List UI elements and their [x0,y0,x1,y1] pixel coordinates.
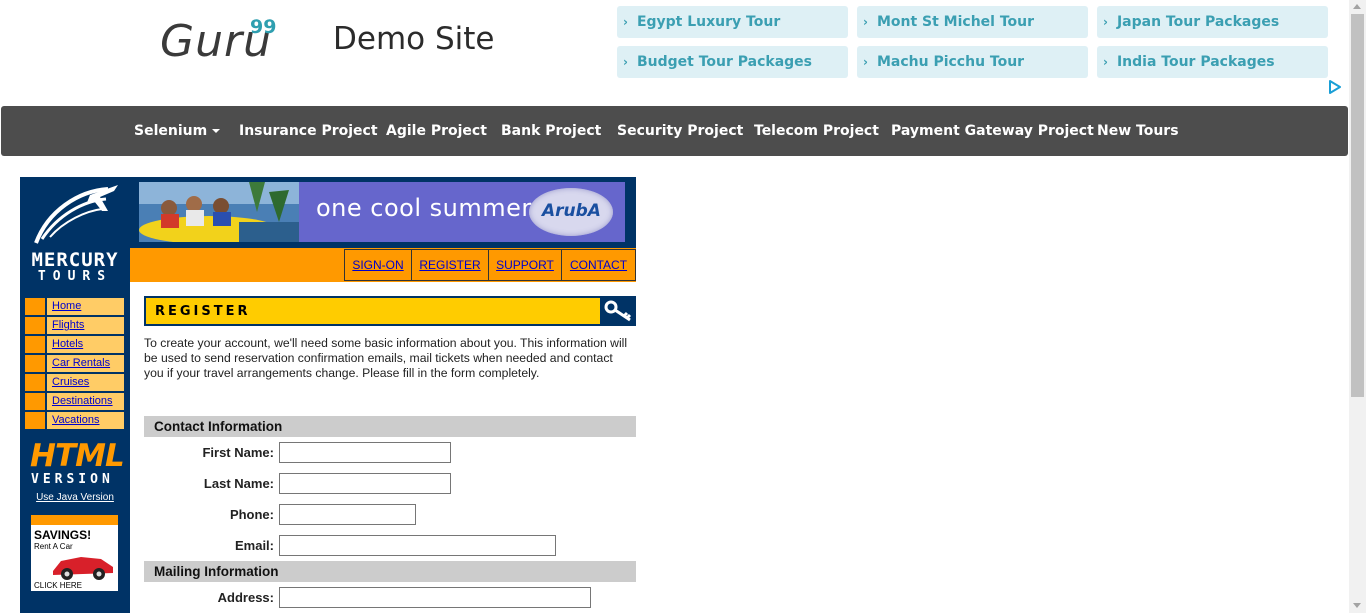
email-input[interactable] [279,535,556,556]
sidebar-link[interactable]: Flights [47,317,84,334]
phone-label: Phone: [229,507,274,522]
sign-on-link[interactable]: SIGN-ON [344,249,412,281]
mercury-plane-logo [28,181,122,247]
mercury-tours-logo[interactable]: MERCURY TOURS [26,250,124,284]
tour-label: Mont St Michel Tour [876,14,1035,30]
version-label: VERSION [31,472,114,487]
menu-bullet [25,393,47,410]
savings-subtitle: Rent A Car [34,542,73,551]
nav-security-project[interactable]: Security Project [617,106,743,156]
click-here-label: CLICK HERE [34,581,83,590]
adchoices-icon[interactable] [1328,80,1342,94]
last-name-input[interactable] [279,473,451,494]
sidebar-menu: Home Flights Hotels Car Rentals Cruises … [24,297,125,430]
contact-information-header: Contact Information [144,416,636,437]
mailing-information-header: Mailing Information [144,561,636,582]
tour-label: India Tour Packages [1116,54,1275,70]
address-input[interactable] [279,587,591,608]
tour-link-egypt[interactable]: › Egypt Luxury Tour [617,6,848,38]
guru99-logo[interactable]: Guru 99 [160,16,290,76]
chevron-right-icon: › [1103,15,1108,29]
menu-bullet [25,412,47,429]
sidebar-link[interactable]: Destinations [47,393,113,410]
chevron-right-icon: › [1103,55,1108,69]
sidebar-item-hotels[interactable]: Hotels [24,335,125,354]
address-label: Address: [217,590,274,605]
savings-rent-a-car-ad[interactable]: SAVINGS! Rent A Car CLICK HERE [31,515,118,591]
email-label: Email: [234,538,274,553]
nav-agile-project[interactable]: Agile Project [386,106,487,156]
sidebar-item-destinations[interactable]: Destinations [24,392,125,411]
scroll-up-arrow-icon[interactable] [1353,4,1361,9]
first-name-input[interactable] [279,442,451,463]
scroll-down-arrow-icon[interactable] [1353,603,1361,608]
contact-link[interactable]: CONTACT [561,249,636,281]
tour-label: Budget Tour Packages [636,54,812,70]
menu-bullet [25,298,47,315]
nav-telecom-project[interactable]: Telecom Project [754,106,879,156]
sidebar-item-cruises[interactable]: Cruises [24,373,125,392]
chevron-right-icon: › [863,15,868,29]
nav-payment-gateway-project[interactable]: Payment Gateway Project [891,106,1094,156]
nav-selenium-dropdown[interactable]: Selenium [134,106,221,156]
tour-link-japan[interactable]: › Japan Tour Packages [1097,6,1328,38]
logo-line-1: MERCURY [31,249,119,271]
register-link[interactable]: REGISTER [411,249,489,281]
savings-title: SAVINGS! [34,528,92,542]
chevron-right-icon: › [863,55,868,69]
logo-line-2: TOURS [37,269,113,284]
aruba-brand: ArubA [542,201,601,221]
nav-new-tours[interactable]: New Tours [1097,106,1179,156]
menu-bullet [25,317,47,334]
nav-bank-project[interactable]: Bank Project [501,106,601,156]
sidebar-link[interactable]: Hotels [47,336,83,353]
chevron-right-icon: › [623,15,628,29]
tour-label: Machu Picchu Tour [876,54,1025,70]
last-name-label: Last Name: [203,476,274,491]
menu-bullet [25,374,47,391]
sidebar-item-flights[interactable]: Flights [24,316,125,335]
logo-superscript: 99 [250,16,277,38]
sidebar-link[interactable]: Cruises [47,374,89,391]
tour-label: Japan Tour Packages [1116,14,1280,30]
site-title: Demo Site [333,21,495,57]
sidebar-item-car-rentals[interactable]: Car Rentals [24,354,125,373]
use-java-version-link[interactable]: Use Java Version [20,492,130,503]
main-navbar: Selenium Insurance Project Agile Project… [1,106,1348,156]
banner-photo [139,182,299,242]
key-icon [600,296,636,326]
html-version-logo: HTML [30,438,125,474]
scrollbar-thumb[interactable] [1351,14,1364,397]
first-name-label: First Name: [202,445,274,460]
sidebar-link[interactable]: Home [47,298,81,315]
menu-bullet [25,336,47,353]
register-title: REGISTER [155,304,251,319]
tour-link-machu-picchu[interactable]: › Machu Picchu Tour [857,46,1088,78]
menu-bullet [25,355,47,372]
tour-link-budget[interactable]: › Budget Tour Packages [617,46,848,78]
sidebar-link[interactable]: Car Rentals [47,355,110,372]
sidebar-item-home[interactable]: Home [24,297,125,316]
register-intro-text: To create your account, we'll need some … [144,336,628,380]
tour-link-mont-st-michel[interactable]: › Mont St Michel Tour [857,6,1088,38]
tour-link-india[interactable]: › India Tour Packages [1097,46,1328,78]
phone-input[interactable] [279,504,416,525]
banner-slogan: one cool summer [316,194,532,222]
sidebar-link[interactable]: Vacations [47,412,100,429]
nav-insurance-project[interactable]: Insurance Project [239,106,378,156]
chevron-right-icon: › [623,55,628,69]
caret-down-icon [212,129,221,133]
nav-label: Selenium [134,123,208,139]
tour-label: Egypt Luxury Tour [636,14,781,30]
aruba-banner-ad[interactable]: one cool summer ArubA [139,182,625,242]
sidebar-item-vacations[interactable]: Vacations [24,411,125,430]
support-link[interactable]: SUPPORT [488,249,562,281]
